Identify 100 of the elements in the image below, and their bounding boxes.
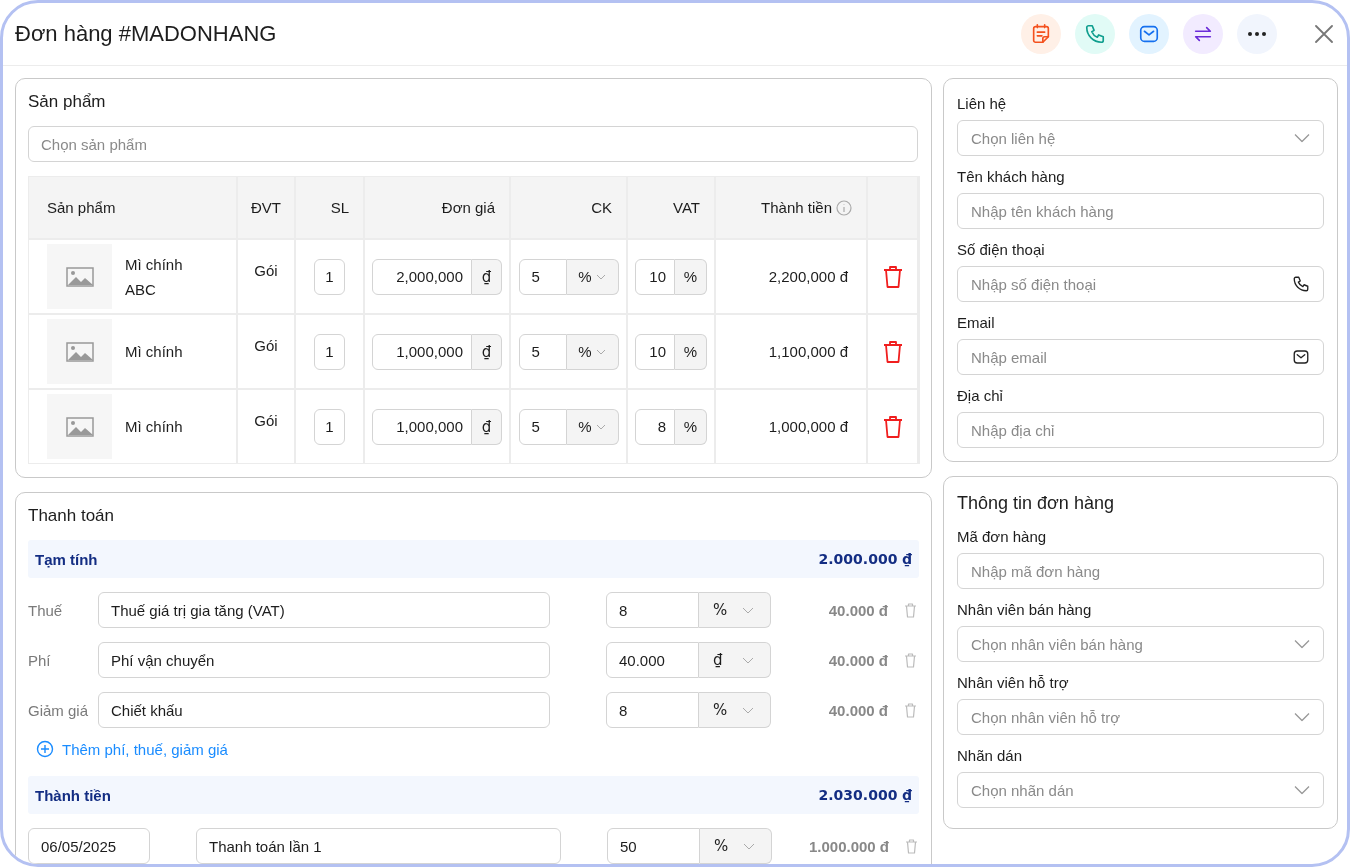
input-field[interactable]: Nhập số điện thoại [957, 266, 1324, 302]
quantity-input[interactable]: 1 [314, 408, 345, 445]
product-search-field[interactable]: Chọn sản phẩm [28, 126, 918, 162]
trash-icon [882, 415, 903, 438]
field-label: Nhãn dán [957, 747, 1024, 764]
window-title: Đơn hàng #MADONHANG [15, 21, 277, 47]
select-field[interactable]: Chọn nhãn dán [957, 772, 1324, 808]
column-header: Đơn giá [441, 199, 495, 216]
vat-input[interactable]: 8 [635, 408, 675, 445]
adjustment-name-input[interactable]: Chiết khấu [98, 692, 550, 728]
chevron-down-icon [1294, 712, 1310, 722]
column-header: Thành tiền [761, 199, 832, 216]
chevron-down-icon [595, 273, 606, 280]
currency-addon: ₫ [472, 408, 502, 445]
vat-input[interactable]: 10 [635, 333, 675, 370]
mail-icon [1292, 348, 1310, 366]
chevron-down-icon [595, 423, 606, 430]
note-icon [1030, 23, 1052, 45]
discount-input[interactable]: 5 [518, 408, 567, 445]
product-name: Mì chính ABC [125, 254, 184, 300]
select-field[interactable]: Chọn nhân viên bán hàng [957, 626, 1324, 662]
percent-addon: % [675, 258, 707, 295]
discount-input[interactable]: 5 [518, 333, 567, 370]
delete-button[interactable] [882, 415, 903, 438]
price-input[interactable]: 1,000,000 [372, 408, 472, 445]
adjustment-label: Giảm giá [28, 701, 90, 719]
adjustment-value-input[interactable]: 8 [606, 692, 699, 728]
image-icon [65, 416, 94, 437]
trash-icon [882, 340, 903, 363]
unit-select[interactable]: % [699, 592, 771, 628]
unit-select[interactable]: % [699, 692, 771, 728]
phone-icon [1292, 275, 1310, 293]
field-label: Liên hệ [957, 95, 1008, 112]
installment-name-input[interactable]: Thanh toán lần 1 [196, 828, 561, 864]
column-header: CK [591, 199, 612, 216]
adjustment-amount: 40.000 đ [827, 651, 888, 669]
date-input[interactable]: 06/05/2025 [28, 828, 150, 864]
discount-input[interactable]: 5 [518, 258, 567, 295]
adjustment-value-input[interactable]: 40.000 [606, 642, 699, 678]
quantity-input[interactable]: 1 [314, 258, 345, 295]
mail-button[interactable] [1129, 14, 1169, 54]
product-name: Mì chính [125, 417, 184, 437]
delete-button[interactable] [882, 340, 903, 363]
adjustment-amount: 40.000 đ [827, 701, 888, 719]
trash-icon [904, 652, 917, 668]
more-icon [1247, 31, 1267, 37]
price-input[interactable]: 1,000,000 [372, 333, 472, 370]
section-title: Thanh toán [28, 506, 115, 526]
select-field[interactable]: Chọn liên hệ [957, 120, 1324, 156]
installment-amount: 1.000.000 đ [807, 837, 889, 855]
input-field[interactable]: Nhập mã đơn hàng [957, 553, 1324, 589]
price-input[interactable]: 2,000,000 [372, 258, 472, 295]
quantity-input[interactable]: 1 [314, 333, 345, 370]
more-button[interactable] [1237, 14, 1277, 54]
unit-select[interactable]: % [566, 333, 619, 370]
trash-icon [905, 838, 918, 854]
section-title: Thông tin đơn hàng [957, 493, 1115, 514]
chevron-down-icon [743, 842, 755, 850]
trash-icon [882, 265, 903, 288]
subtotal-label: Tạm tính [35, 550, 98, 568]
total-label: Thành tiền [35, 786, 111, 804]
field-label: Nhân viên bán hàng [957, 601, 1093, 618]
column-header: Sản phẩm [47, 199, 116, 216]
line-total: 1,100,000 đ [768, 343, 848, 360]
adjustment-label: Thuế [28, 601, 64, 619]
vat-input[interactable]: 10 [635, 258, 675, 295]
select-field[interactable]: Chọn nhân viên hỗ trợ [957, 699, 1324, 735]
section-title: Sản phẩm [28, 92, 107, 112]
input-field[interactable]: Nhập email [957, 339, 1324, 375]
column-header: ĐVT [251, 199, 281, 216]
mail-icon [1138, 23, 1160, 45]
subtotal-value: 2.000.000 ₫ [818, 551, 912, 567]
unit-select[interactable]: ₫ [699, 642, 771, 678]
input-field[interactable]: Nhập tên khách hàng [957, 193, 1324, 229]
column-header: VAT [673, 199, 700, 216]
adjustment-name-input[interactable]: Phí vận chuyển [98, 642, 550, 678]
column-header: SL [330, 199, 349, 216]
image-icon [65, 266, 94, 287]
note-button[interactable] [1021, 14, 1061, 54]
input-field[interactable]: Nhập địa chỉ [957, 412, 1324, 448]
unit-select[interactable]: % [566, 408, 619, 445]
adjustment-label: Phí [28, 651, 52, 669]
phone-button[interactable] [1075, 14, 1115, 54]
line-total: 1,000,000 đ [768, 418, 848, 435]
unit-text: Gói [254, 337, 278, 354]
unit-text: Gói [254, 262, 278, 279]
delete-button[interactable] [882, 265, 903, 288]
field-label: Số điện thoại [957, 241, 1046, 258]
close-button[interactable] [1313, 23, 1335, 45]
adjustment-value-input[interactable]: 8 [606, 592, 699, 628]
unit-select[interactable]: % [566, 258, 619, 295]
info-icon [836, 199, 852, 216]
adjustment-amount: 40.000 đ [827, 601, 888, 619]
unit-select[interactable]: % [700, 828, 772, 864]
adjustment-name-input[interactable]: Thuế giá trị gia tăng (VAT) [98, 592, 550, 628]
chevron-down-icon [742, 656, 754, 664]
chevron-down-icon [1294, 133, 1310, 143]
chevron-down-icon [742, 706, 754, 714]
installment-value-input[interactable]: 50 [607, 828, 700, 864]
convert-button[interactable] [1183, 14, 1223, 54]
